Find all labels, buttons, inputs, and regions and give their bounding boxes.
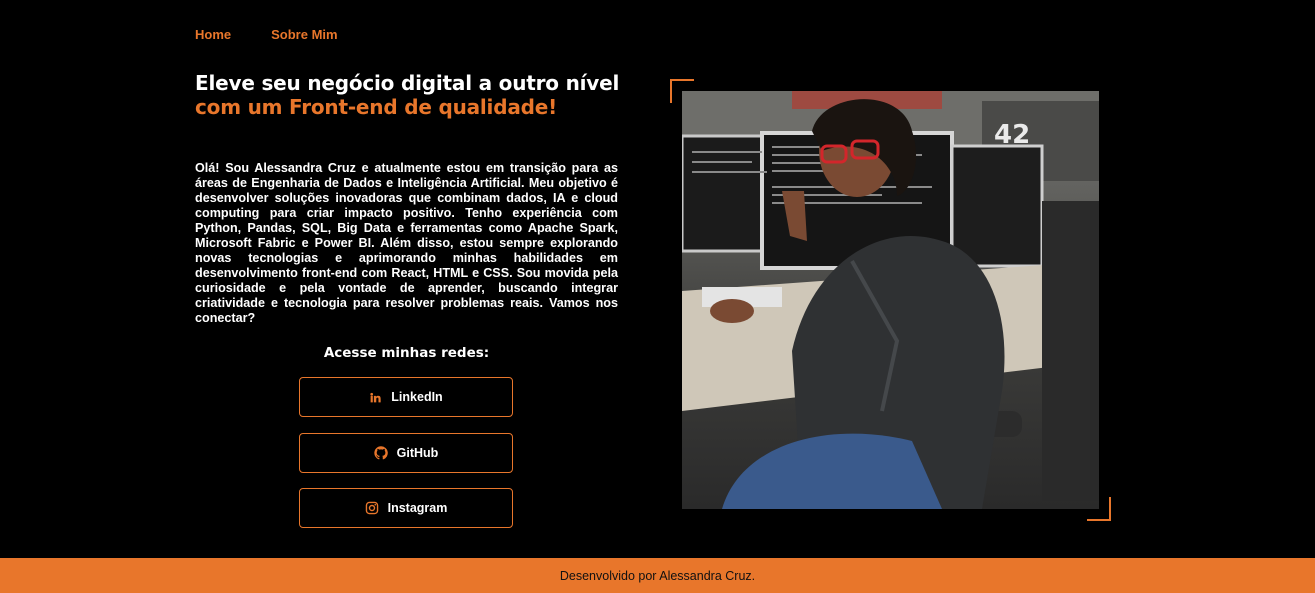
hero-title-accent: com um Front-end de qualidade! bbox=[195, 95, 558, 119]
linkedin-icon bbox=[369, 391, 382, 404]
top-nav: Home Sobre Mim bbox=[195, 27, 338, 42]
hero-title-main: Eleve seu negócio digital a outro nível bbox=[195, 71, 620, 95]
footer: Desenvolvido por Alessandra Cruz. bbox=[0, 558, 1315, 593]
github-icon bbox=[373, 446, 388, 460]
social-title: Acesse minhas redes: bbox=[323, 345, 490, 361]
instagram-icon bbox=[365, 501, 379, 515]
footer-credit: Desenvolvido por Alessandra Cruz. bbox=[559, 568, 756, 583]
linkedin-button[interactable]: LinkedIn bbox=[299, 377, 513, 417]
instagram-button[interactable]: Instagram bbox=[299, 488, 513, 528]
github-label: GitHub bbox=[396, 446, 439, 460]
instagram-label: Instagram bbox=[387, 501, 448, 515]
profile-photo-frame: 42 bbox=[670, 79, 1111, 521]
github-button[interactable]: GitHub bbox=[299, 433, 513, 473]
bio-paragraph: Olá! Sou Alessandra Cruz e atualmente es… bbox=[195, 161, 618, 325]
nav-about-link[interactable]: Sobre Mim bbox=[271, 27, 337, 42]
profile-photo: 42 bbox=[682, 91, 1099, 509]
linkedin-label: LinkedIn bbox=[391, 390, 443, 404]
hero-title: Eleve seu negócio digital a outro nível … bbox=[195, 71, 635, 119]
nav-home-link[interactable]: Home bbox=[195, 27, 231, 42]
